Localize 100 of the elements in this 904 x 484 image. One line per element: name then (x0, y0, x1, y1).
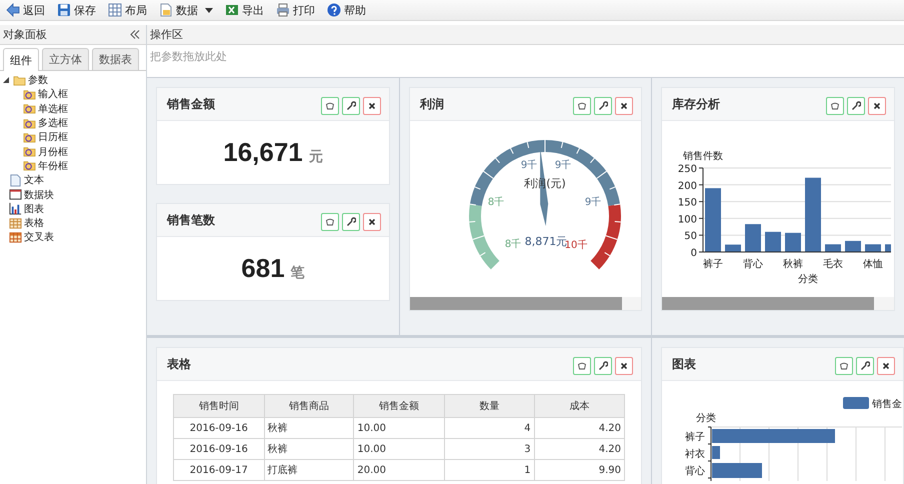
bar (785, 232, 801, 252)
style-button[interactable] (321, 213, 339, 231)
settings-button[interactable] (847, 97, 865, 115)
metric-value: 16,671 (223, 137, 303, 168)
wrench-icon (860, 361, 870, 371)
toolbar-button[interactable]: 保存 (53, 2, 100, 18)
toolbar-button[interactable]: 导出 (221, 2, 268, 18)
legend-label: 销售金 (872, 399, 902, 410)
category-label: 裤子 (685, 432, 705, 443)
tree-item[interactable]: 交叉表 (24, 230, 54, 244)
collapse-icon[interactable] (130, 30, 140, 39)
y-tick-label: 100 (678, 214, 697, 226)
folder-icon (13, 74, 26, 87)
settings-button[interactable] (342, 213, 360, 231)
x-tick-label: 秋裤 (783, 259, 803, 270)
card-title: 销售金额 (167, 96, 215, 112)
close-icon (619, 361, 629, 371)
tree-item[interactable]: 表格 (24, 216, 44, 230)
cup-icon (577, 101, 587, 111)
style-button[interactable] (321, 97, 339, 115)
tree-item[interactable]: 日历框 (38, 130, 68, 144)
y-tick-label: 50 (684, 231, 697, 242)
close-button[interactable] (363, 213, 381, 231)
style-button[interactable] (573, 97, 591, 115)
settings-button[interactable] (594, 97, 612, 115)
style-button[interactable] (826, 97, 844, 115)
toolbar-button[interactable]: 布局 (104, 2, 151, 18)
tree-item[interactable]: 文本 (24, 173, 44, 188)
toolbar-button[interactable]: 打印 (272, 2, 319, 18)
table-cell: 秋裤 (264, 438, 354, 460)
parameter-icon (23, 102, 36, 116)
document-icon (9, 174, 22, 187)
settings-button[interactable] (342, 97, 360, 115)
close-button[interactable] (877, 357, 895, 375)
style-button[interactable] (573, 357, 591, 375)
close-icon (872, 101, 882, 111)
toolbar-button[interactable]: 数据 (155, 2, 217, 18)
gauge-tick-label: 10千 (564, 240, 588, 251)
bar (705, 188, 721, 252)
card-title: 表格 (167, 356, 191, 372)
column-header: 销售金额 (354, 394, 444, 418)
back-arrow-icon (6, 3, 20, 17)
table-cell: 20.00 (354, 460, 444, 480)
metric-unit: 元 (308, 148, 323, 166)
category-label: 背心 (685, 466, 705, 477)
y-tick-label: 0 (690, 248, 697, 259)
panel-tab[interactable]: 立方体 (42, 48, 89, 70)
bar (765, 232, 781, 252)
table-cell: 打底裤 (264, 460, 354, 480)
y-axis (708, 426, 712, 481)
y-tick-label: 200 (678, 180, 697, 192)
bar (825, 244, 841, 252)
cup-icon (577, 361, 587, 371)
tree-item[interactable]: 月份框 (38, 144, 68, 159)
expand-icon[interactable] (3, 77, 9, 84)
settings-button[interactable] (856, 357, 874, 375)
toolbar-button[interactable]: 帮助 (323, 2, 370, 18)
parameter-icon (23, 159, 36, 172)
tree-item[interactable]: 图表 (24, 202, 44, 216)
toolbar-button[interactable]: 返回 (2, 2, 49, 18)
tree-item[interactable]: 年份框 (38, 158, 68, 173)
close-button[interactable] (363, 97, 381, 115)
tree-item[interactable]: 单选框 (38, 102, 68, 116)
horizontal-scrollbar[interactable] (410, 297, 641, 310)
close-button[interactable] (868, 97, 886, 115)
close-button[interactable] (615, 357, 633, 375)
table-cell: 10.00 (354, 418, 444, 438)
printer-icon (276, 3, 290, 17)
horizontal-scrollbar[interactable] (662, 297, 894, 310)
table-cell: 3 (444, 438, 534, 460)
table-cell: 4.20 (534, 418, 624, 438)
tree-item[interactable]: 数据块 (24, 188, 54, 202)
close-button[interactable] (615, 97, 633, 115)
tree-item[interactable]: 输入框 (38, 87, 68, 102)
table-cell: 4.20 (534, 438, 624, 460)
card-title: 图表 (672, 356, 696, 372)
column-header: 数量 (444, 394, 534, 418)
gauge-tick-label: 9千 (584, 197, 602, 208)
style-button[interactable] (835, 357, 853, 375)
wrench-icon (598, 361, 608, 371)
table-cell: 2016-09-16 (174, 438, 264, 460)
window-icon (9, 188, 22, 202)
tree-item[interactable]: 多选框 (38, 116, 68, 130)
metric-unit: 笔 (290, 264, 305, 282)
tree-item[interactable]: 参数 (28, 73, 48, 88)
wrench-icon (598, 101, 608, 111)
spreadsheet-icon (225, 3, 239, 17)
x-tick-label: 背心 (743, 259, 763, 270)
table-cell: 1 (444, 460, 534, 480)
table-cell: 9.90 (534, 460, 624, 480)
card-title: 利润 (420, 96, 444, 112)
panel-tab[interactable]: 数据表 (92, 48, 139, 70)
help-icon (327, 3, 341, 17)
column-header: 销售时间 (174, 394, 264, 418)
close-icon (619, 101, 629, 111)
metric-value: 681 (241, 253, 285, 284)
cup-icon (839, 361, 849, 371)
bar (845, 240, 861, 252)
settings-button[interactable] (594, 357, 612, 375)
panel-tab[interactable]: 组件 (3, 48, 39, 71)
